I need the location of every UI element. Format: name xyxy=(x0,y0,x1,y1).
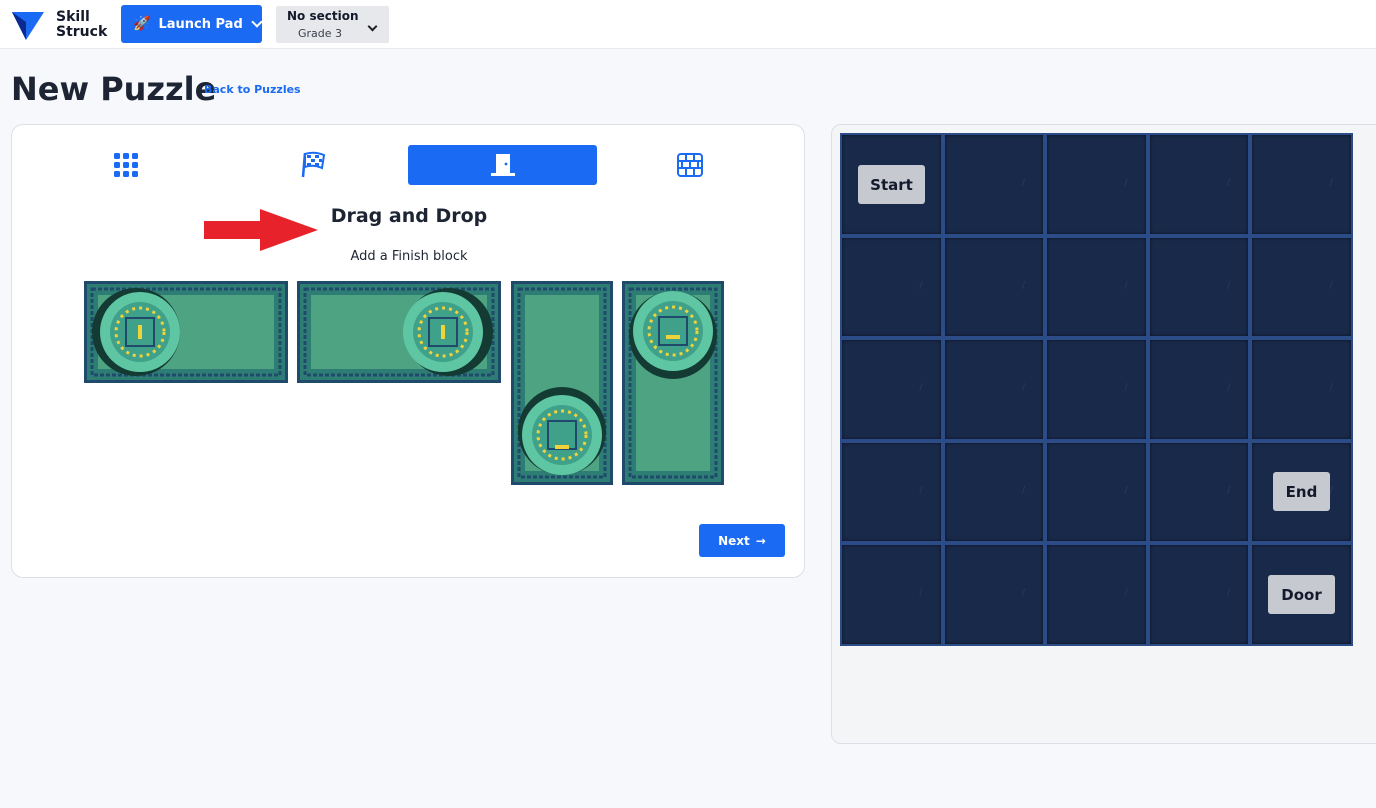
chevron-down-icon xyxy=(251,16,263,28)
board-cell[interactable] xyxy=(1149,442,1249,542)
next-button[interactable]: Next → xyxy=(699,524,785,557)
page-title: New Puzzle xyxy=(11,70,217,108)
board-cell[interactable] xyxy=(1149,340,1249,439)
board-cell[interactable] xyxy=(1252,340,1351,439)
board-cell[interactable] xyxy=(944,237,1044,337)
section-selector[interactable]: No section Grade 3 xyxy=(276,6,389,43)
end-block[interactable]: End xyxy=(1273,472,1330,511)
board-cell[interactable] xyxy=(1149,237,1249,337)
brick-wall-icon xyxy=(677,153,703,177)
finish-block-vertical-bottom[interactable] xyxy=(511,281,613,485)
board-cell[interactable] xyxy=(1149,545,1249,644)
logo-line2: Struck xyxy=(56,24,108,40)
step-grid-tab[interactable] xyxy=(106,147,146,183)
chevron-down-icon xyxy=(367,21,378,32)
launch-pad-button[interactable]: 🚀 Launch Pad xyxy=(121,5,263,43)
board-cell[interactable] xyxy=(1149,135,1249,234)
board-cell[interactable] xyxy=(944,135,1044,234)
puzzle-board-grid xyxy=(840,133,1353,646)
board-cell[interactable] xyxy=(1047,340,1146,439)
top-bar: Skill Struck 🚀 Launch Pad No section Gra… xyxy=(0,0,1376,49)
board-cell[interactable] xyxy=(1047,237,1146,337)
arrow-right-icon: → xyxy=(755,533,766,548)
wizard-heading: Drag and Drop xyxy=(330,205,488,227)
skillstruck-logo-icon xyxy=(12,12,44,40)
section-title: No section xyxy=(287,9,359,23)
finish-block-horizontal-left[interactable] xyxy=(84,281,288,383)
flag-icon xyxy=(301,151,326,178)
back-to-puzzles-link[interactable]: Back to Puzzles xyxy=(204,83,301,96)
finish-block-vertical-top[interactable] xyxy=(622,281,724,485)
launch-pad-label: Launch Pad xyxy=(158,16,243,32)
wizard-instruction: Add a Finish block xyxy=(350,249,468,264)
start-block[interactable]: Start xyxy=(858,165,925,204)
board-cell[interactable] xyxy=(842,442,941,542)
board-cell[interactable] xyxy=(842,545,941,644)
step-flag-tab[interactable] xyxy=(294,147,334,183)
door-icon xyxy=(490,154,515,176)
board-cell[interactable] xyxy=(944,442,1044,542)
logo[interactable]: Skill Struck xyxy=(12,10,107,40)
finish-block-horizontal-right[interactable] xyxy=(297,281,501,383)
next-label: Next xyxy=(718,533,750,548)
board-cell[interactable] xyxy=(842,237,941,337)
board-cell[interactable] xyxy=(1252,237,1351,337)
step-door-tab[interactable] xyxy=(408,145,597,185)
grid-icon xyxy=(114,153,138,177)
puzzle-wizard-card: Drag and Drop Add a Finish block Next → xyxy=(11,124,805,578)
board-cell[interactable] xyxy=(944,340,1044,439)
logo-line1: Skill xyxy=(56,9,90,25)
board-cell[interactable] xyxy=(842,340,941,439)
board-cell[interactable] xyxy=(1047,545,1146,644)
rocket-icon: 🚀 xyxy=(133,16,151,32)
board-cell[interactable] xyxy=(1047,135,1146,234)
board-cell[interactable] xyxy=(1047,442,1146,542)
section-grade: Grade 3 xyxy=(298,27,343,40)
door-block[interactable]: Door xyxy=(1268,575,1335,614)
board-cell[interactable] xyxy=(1252,135,1351,234)
board-cell[interactable] xyxy=(944,545,1044,644)
step-wall-tab[interactable] xyxy=(670,147,710,183)
